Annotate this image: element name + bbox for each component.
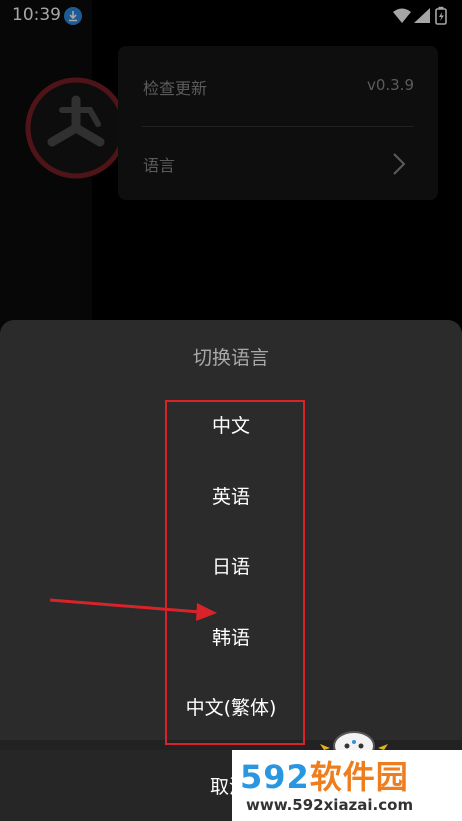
pointer-arrow-icon bbox=[49, 598, 217, 621]
watermark-logo: 592软件园 bbox=[240, 758, 409, 796]
watermark: 592软件园 www.592xiazai.com bbox=[232, 750, 462, 821]
watermark-url: www.592xiazai.com bbox=[246, 796, 414, 814]
